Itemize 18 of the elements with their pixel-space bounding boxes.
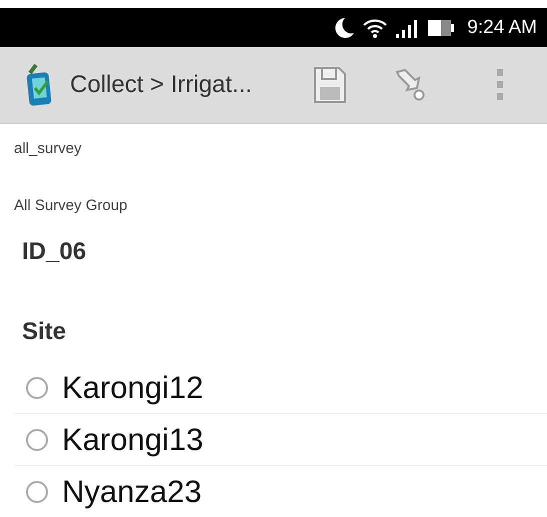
moon-icon bbox=[333, 16, 356, 40]
question-label: Site bbox=[22, 318, 68, 346]
option-label[interactable]: Karongi12 bbox=[62, 370, 204, 406]
toolbar-title: Collect > Irrigat... bbox=[70, 71, 254, 99]
option-label[interactable]: Nyanza23 bbox=[62, 474, 202, 510]
menu-icon bbox=[495, 67, 505, 103]
option-label[interactable]: Karongi13 bbox=[62, 422, 204, 458]
radio-button[interactable] bbox=[26, 376, 48, 398]
radio-button[interactable] bbox=[26, 428, 48, 450]
radio-button[interactable] bbox=[26, 480, 48, 502]
battery-icon bbox=[427, 18, 456, 36]
status-time: 9:24 AM bbox=[467, 16, 537, 38]
wifi-icon bbox=[363, 18, 388, 38]
arrow-icon bbox=[393, 68, 427, 102]
form-name: all_survey bbox=[14, 140, 83, 157]
record-id: ID_06 bbox=[22, 238, 88, 266]
signal-icon bbox=[395, 18, 420, 38]
group-name: All Survey Group bbox=[14, 197, 128, 214]
